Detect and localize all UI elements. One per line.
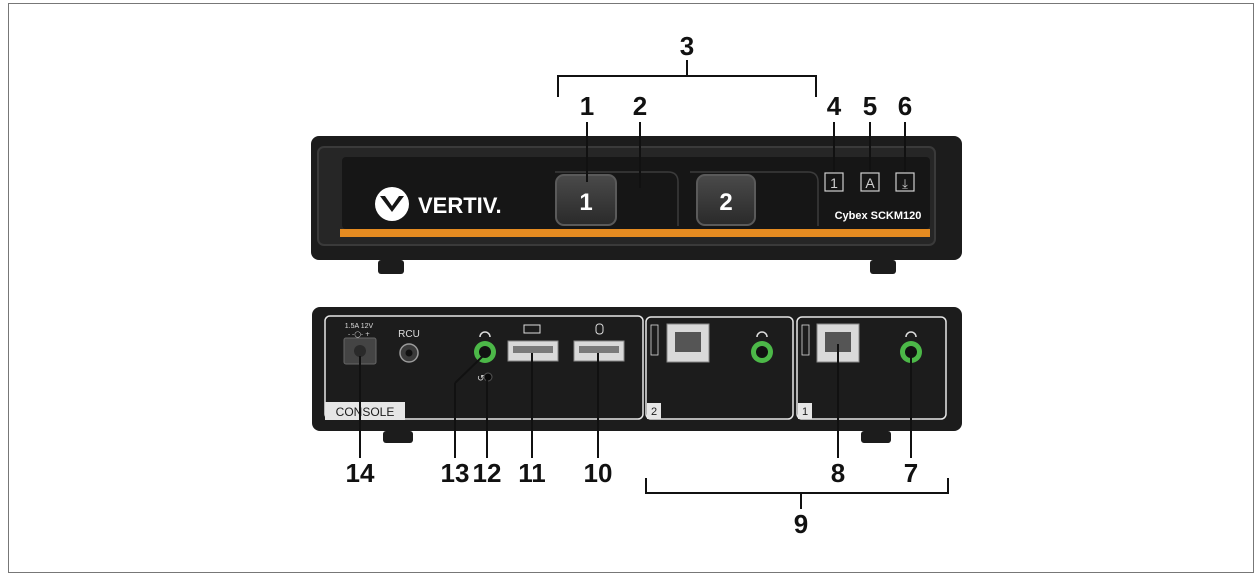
model-label: Cybex SCKM120 <box>835 210 922 222</box>
front-foot-right <box>870 260 896 274</box>
callout-2: 2 <box>633 91 647 121</box>
rear-foot-left <box>383 431 413 443</box>
callout-11: 11 <box>518 458 546 488</box>
channel-2-button[interactable]: 2 <box>696 174 756 226</box>
power-polarity: - -◯- + <box>348 331 370 338</box>
channel-2-label: 2 <box>719 189 732 216</box>
brand-text: VERTIV. <box>418 193 502 218</box>
reset-icon: ↺ <box>477 374 485 384</box>
svg-text:A: A <box>865 175 875 191</box>
front-panel: VERTIV. 1 2 1 A ⤓ Cybex SCKM120 <box>311 136 962 274</box>
callout-numbers: 3 1 2 4 5 6 14 13 12 11 10 8 7 9 <box>346 31 919 539</box>
orange-accent-strip <box>340 229 930 237</box>
rear-panel: CONSOLE 1.5A 12V - -◯- + RCU ↺ 2 1 <box>312 307 962 443</box>
callout-lines <box>359 60 949 509</box>
power-rating: 1.5A 12V <box>345 323 374 330</box>
svg-text:⤓: ⤓ <box>902 177 908 192</box>
callout-5: 5 <box>863 91 877 121</box>
port-2-label: 2 <box>651 406 657 418</box>
callout-8: 8 <box>831 458 845 488</box>
vertiv-logo <box>375 187 409 221</box>
callout-13: 13 <box>441 458 470 488</box>
callout-10: 10 <box>584 458 613 488</box>
channel-1-button[interactable]: 1 <box>555 174 617 226</box>
rcu-label: RCU <box>398 329 420 340</box>
callout-7: 7 <box>904 458 918 488</box>
front-foot-left <box>378 260 404 274</box>
callout-12: 12 <box>473 458 502 488</box>
port-1-label: 1 <box>802 406 808 418</box>
callout-3: 3 <box>680 31 694 61</box>
reset-button[interactable] <box>483 372 493 382</box>
svg-text:1: 1 <box>830 175 838 191</box>
kvm-diagram: VERTIV. 1 2 1 A ⤓ Cybex SCKM120 CONSOLE … <box>311 31 962 539</box>
callout-4: 4 <box>827 91 842 121</box>
callout-9: 9 <box>794 509 808 539</box>
callout-1: 1 <box>580 91 594 121</box>
callout-14: 14 <box>346 458 375 488</box>
console-label: CONSOLE <box>336 405 395 419</box>
rear-foot-right <box>861 431 891 443</box>
channel-1-label: 1 <box>579 189 592 216</box>
callout-6: 6 <box>898 91 912 121</box>
